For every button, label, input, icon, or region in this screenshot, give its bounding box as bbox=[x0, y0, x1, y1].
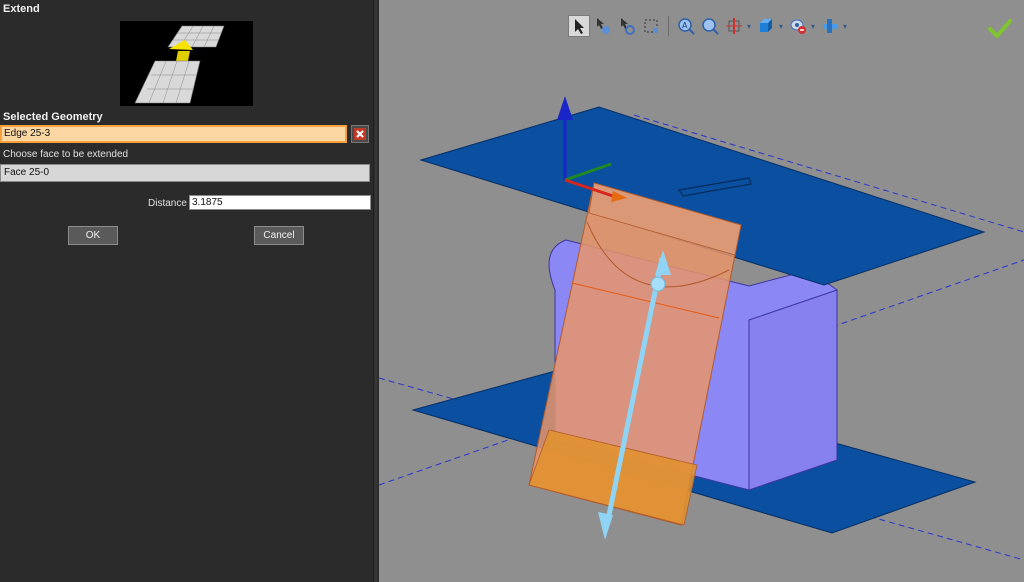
section-button[interactable] bbox=[723, 15, 745, 37]
zoom-button[interactable]: A bbox=[675, 15, 697, 37]
display-mode-icon bbox=[823, 19, 837, 33]
pan-button[interactable] bbox=[592, 15, 614, 37]
zoom-fit-button[interactable] bbox=[699, 15, 721, 37]
select-arrow-icon bbox=[575, 19, 584, 34]
extend-preview-image bbox=[120, 21, 253, 106]
clear-selection-button[interactable] bbox=[351, 125, 369, 143]
svg-text:A: A bbox=[682, 21, 688, 30]
3d-viewport[interactable]: A ▾ ▾ ▾ ▾ bbox=[379, 0, 1024, 582]
chevron-down-icon[interactable]: ▾ bbox=[811, 22, 817, 31]
ok-button[interactable]: OK bbox=[68, 226, 118, 245]
solid-side-face bbox=[748, 289, 838, 491]
model-scene[interactable] bbox=[379, 0, 1024, 582]
panel-title: Extend bbox=[3, 3, 40, 15]
close-icon bbox=[354, 128, 366, 140]
face-field[interactable]: Face 25-0 bbox=[0, 164, 370, 182]
zoom-fit-icon bbox=[702, 18, 719, 35]
selected-geometry-heading: Selected Geometry bbox=[3, 111, 103, 123]
box-select-button[interactable] bbox=[640, 15, 662, 37]
extend-panel: Extend Selected Geometry Edge 25-3 Choos… bbox=[0, 0, 373, 582]
rotate-button[interactable] bbox=[616, 15, 638, 37]
accept-button[interactable] bbox=[987, 18, 1013, 43]
check-icon bbox=[988, 19, 1012, 38]
zoom-icon: A bbox=[678, 18, 695, 35]
extend-diagram-icon bbox=[134, 25, 225, 104]
z-axis-head bbox=[557, 96, 573, 120]
selected-geometry-field[interactable]: Edge 25-3 bbox=[0, 125, 347, 143]
view-cube-icon bbox=[760, 19, 772, 32]
chevron-down-icon[interactable]: ▾ bbox=[843, 22, 849, 31]
view-toolbar: A ▾ ▾ ▾ ▾ bbox=[568, 13, 849, 39]
hide-show-button[interactable] bbox=[787, 15, 809, 37]
hide-show-icon bbox=[790, 19, 806, 34]
pan-icon bbox=[597, 18, 610, 34]
view-cube-button[interactable] bbox=[755, 15, 777, 37]
drag-handle[interactable] bbox=[650, 276, 666, 292]
display-mode-button[interactable] bbox=[819, 15, 841, 37]
section-icon bbox=[726, 18, 742, 34]
select-tool-button[interactable] bbox=[568, 15, 590, 37]
chevron-down-icon[interactable]: ▾ bbox=[747, 22, 753, 31]
chevron-down-icon[interactable]: ▾ bbox=[779, 22, 785, 31]
box-select-icon bbox=[644, 19, 658, 33]
rotate-icon bbox=[621, 18, 635, 35]
toolbar-separator bbox=[668, 16, 669, 36]
choose-face-label: Choose face to be extended bbox=[3, 149, 129, 160]
distance-label: Distance bbox=[148, 198, 187, 209]
cancel-button[interactable]: Cancel bbox=[254, 226, 304, 245]
distance-input[interactable]: 3.1875 bbox=[189, 195, 371, 210]
arrow-head-down[interactable] bbox=[598, 512, 613, 540]
